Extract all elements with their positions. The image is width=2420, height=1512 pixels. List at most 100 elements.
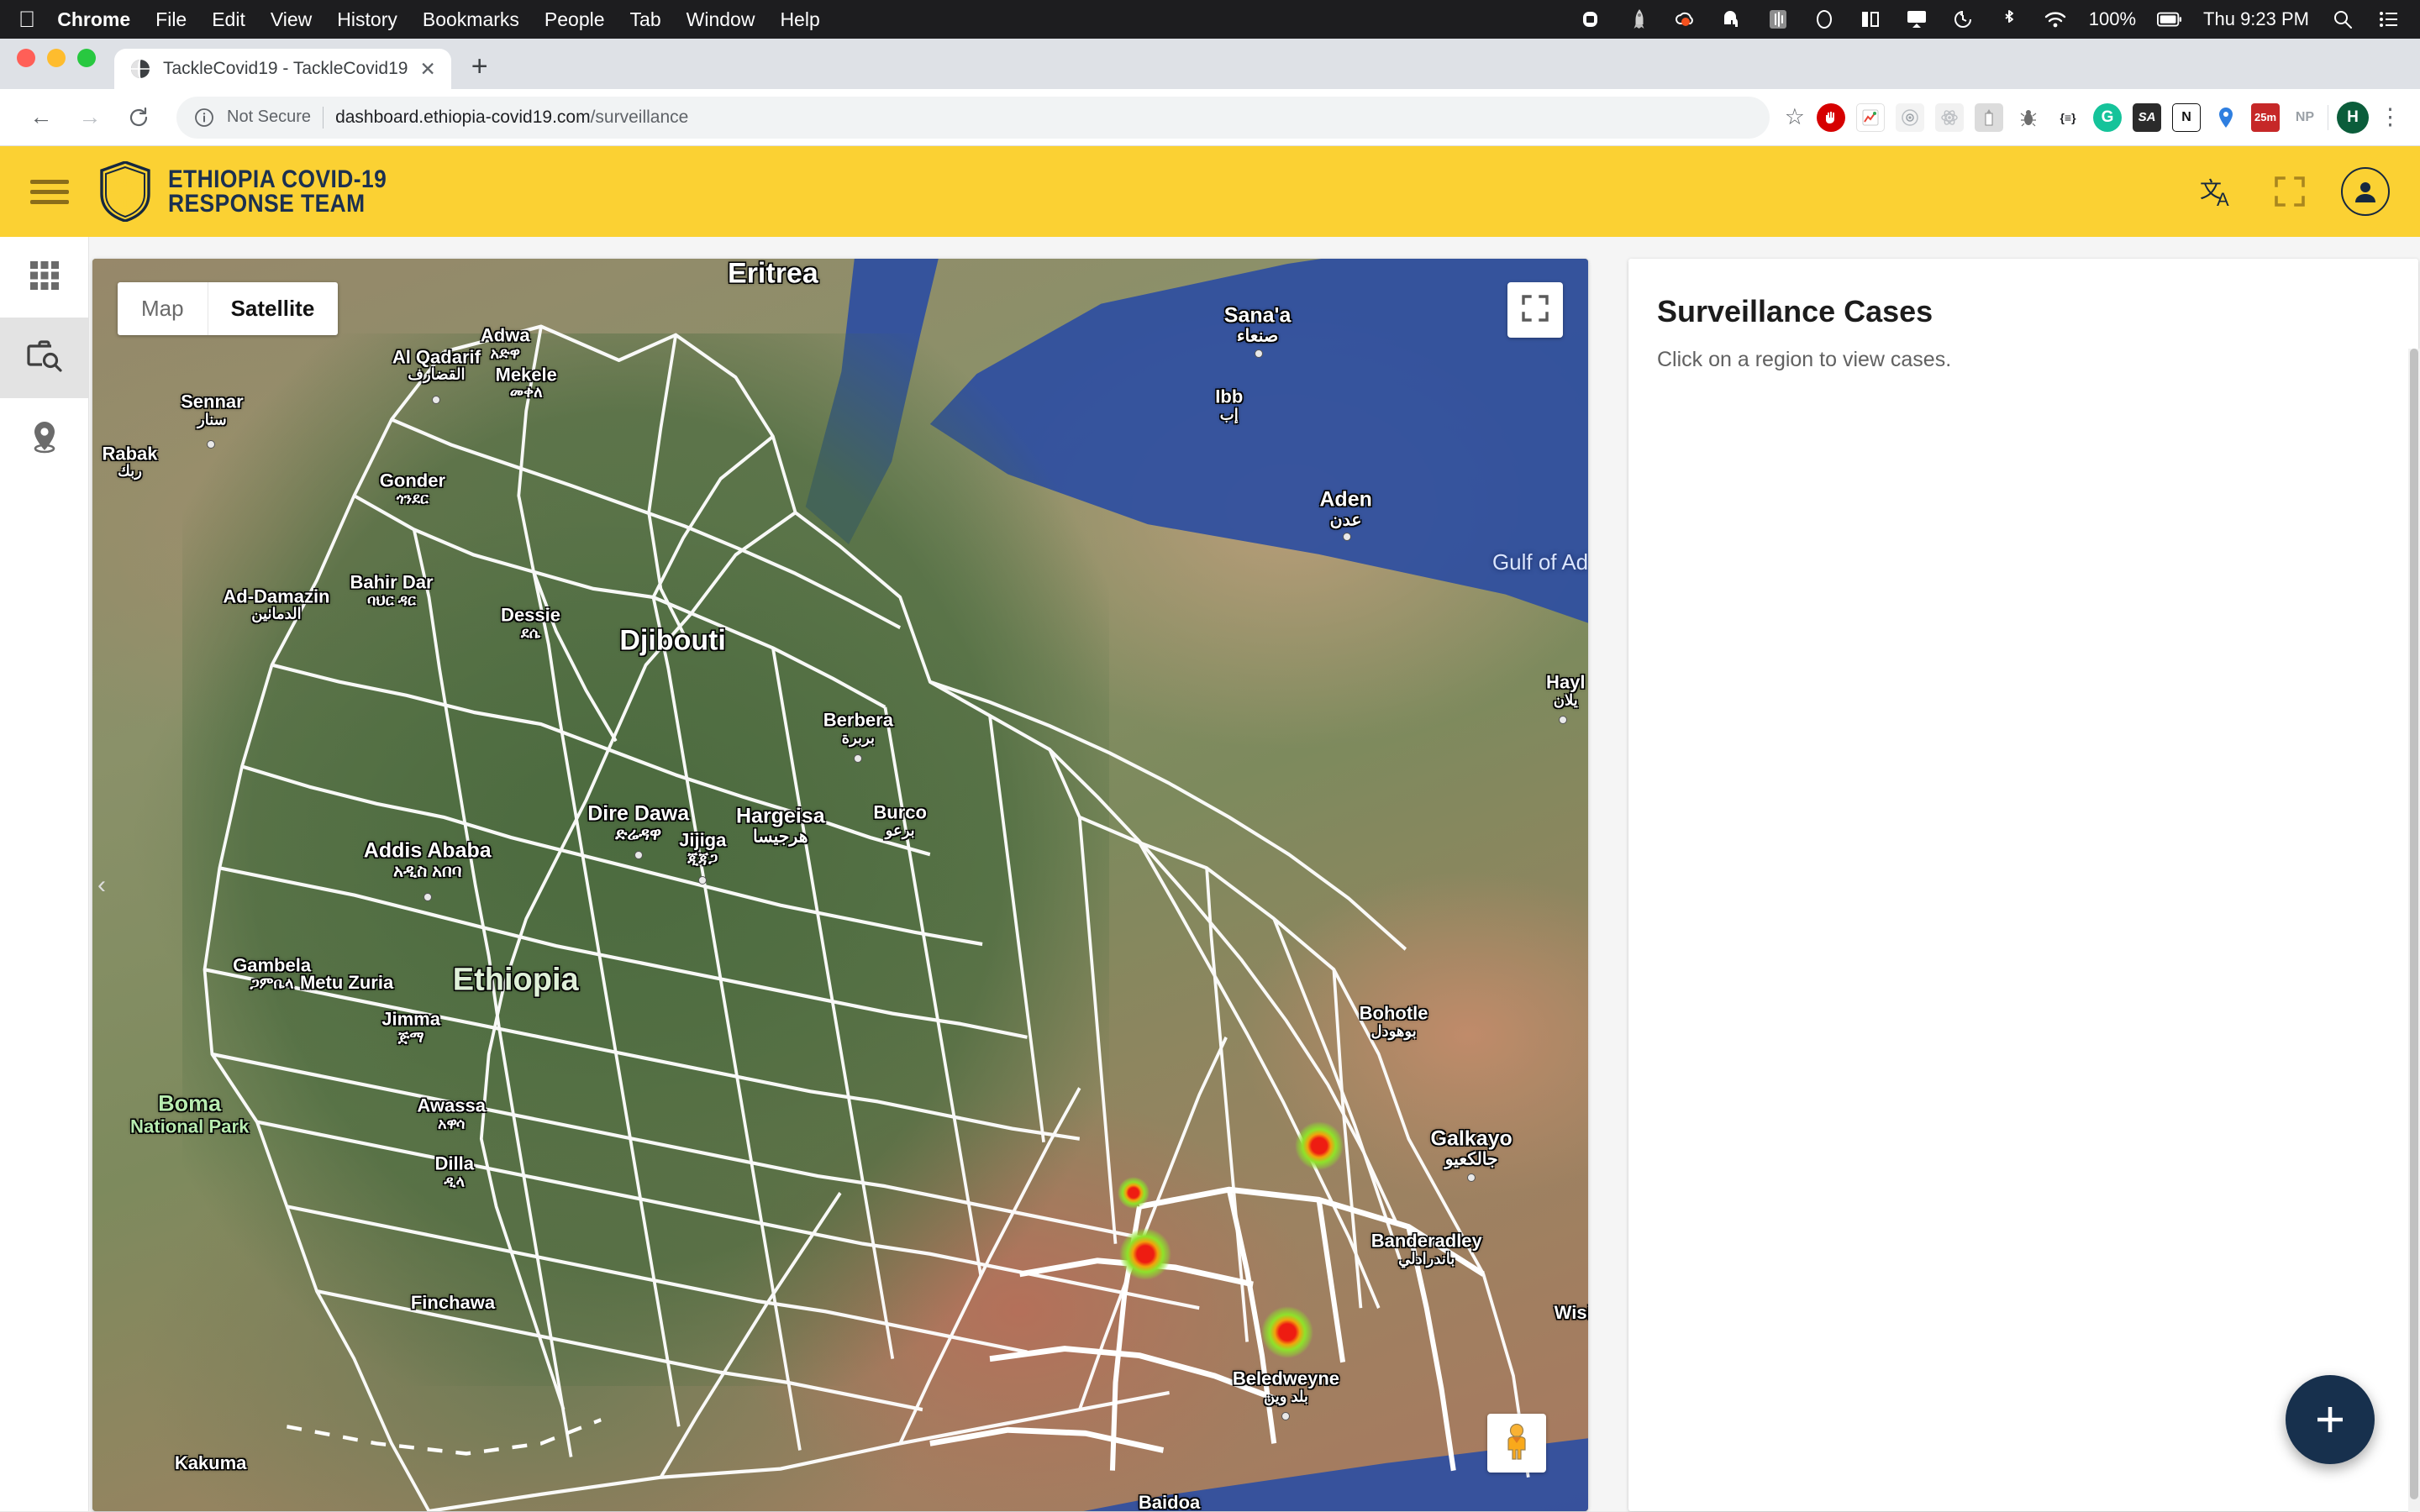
menu-edit[interactable]: Edit bbox=[212, 8, 245, 31]
region-boundaries-svg bbox=[92, 259, 1588, 1511]
split-view-icon[interactable] bbox=[1858, 7, 1883, 32]
info-circle-icon[interactable] bbox=[193, 107, 215, 129]
city-dot bbox=[1255, 349, 1263, 358]
timer-extension-icon[interactable]: 25m bbox=[2251, 103, 2280, 132]
city-dot bbox=[698, 876, 707, 885]
browser-tab-title: TackleCovid19 - TackleCovid19 bbox=[163, 59, 408, 79]
orbit-extension-icon[interactable] bbox=[1896, 103, 1924, 132]
np-extension-icon[interactable]: NP bbox=[2291, 103, 2319, 132]
appbar-actions: 文 A bbox=[2200, 167, 2390, 216]
map-fullscreen-button[interactable] bbox=[1507, 282, 1563, 338]
clock-label[interactable]: Thu 9:23 PM bbox=[2203, 8, 2309, 30]
url-host: dashboard.ethiopia-covid19.com bbox=[335, 108, 591, 127]
rocket-icon[interactable] bbox=[1627, 7, 1652, 32]
satellite-map-image[interactable]: EritreaSana'aصنعاءIbbإبAdenعدنGulf of Ad… bbox=[92, 259, 1588, 1511]
fullscreen-icon[interactable] bbox=[2274, 176, 2306, 207]
sidebar-item-locations[interactable] bbox=[0, 398, 88, 479]
react-devtools-extension-icon[interactable] bbox=[1935, 103, 1964, 132]
back-button[interactable]: ← bbox=[18, 95, 64, 140]
scrollbar-thumb[interactable] bbox=[2410, 349, 2418, 1499]
page-title: Surveillance Cases bbox=[1657, 294, 2390, 329]
browser-toolbar: ← → Not Secure dashboard.ethiopia-covid1… bbox=[0, 89, 2420, 146]
menubar-tray: 100% Thu 9:23 PM bbox=[1581, 7, 2402, 32]
map-type-toggle[interactable]: Map Satellite bbox=[118, 282, 338, 335]
map-type-map-button[interactable]: Map bbox=[118, 282, 208, 335]
bookmark-star-icon[interactable]: ☆ bbox=[1785, 104, 1805, 130]
city-dot bbox=[432, 396, 440, 404]
hamburger-menu-icon[interactable] bbox=[30, 180, 69, 204]
map-container[interactable]: EritreaSana'aصنعاءIbbإبAdenعدنGulf of Ad… bbox=[92, 259, 1588, 1511]
map-type-satellite-button[interactable]: Satellite bbox=[208, 282, 339, 335]
window-maximize-button[interactable] bbox=[77, 49, 96, 67]
bluetooth-icon[interactable] bbox=[1996, 7, 2022, 32]
kebab-menu-icon[interactable]: ⋮ bbox=[2379, 104, 2402, 130]
screen-mirror-icon[interactable] bbox=[1904, 7, 1929, 32]
svg-text:A: A bbox=[2217, 189, 2229, 209]
window-close-button[interactable] bbox=[17, 49, 35, 67]
url-text: dashboard.ethiopia-covid19.com/surveilla… bbox=[335, 108, 688, 128]
time-machine-icon[interactable] bbox=[1950, 7, 1975, 32]
macos-menubar:  Chrome File Edit View History Bookmark… bbox=[0, 0, 2420, 39]
address-bar[interactable]: Not Secure dashboard.ethiopia-covid19.co… bbox=[176, 97, 1770, 139]
brand-logo[interactable]: ETHIOPIA COVID-19 RESPONSE TEAM bbox=[99, 161, 417, 222]
omnibox-divider bbox=[323, 107, 324, 129]
forward-button[interactable]: → bbox=[67, 95, 113, 140]
panel-hint-text: Click on a region to view cases. bbox=[1657, 348, 2390, 372]
extensions-row: {≡} G SA N 25m NP bbox=[1817, 103, 2319, 132]
menu-tab[interactable]: Tab bbox=[630, 8, 661, 31]
grammarly-extension-icon[interactable]: G bbox=[2093, 103, 2122, 132]
candle-extension-icon[interactable] bbox=[1975, 103, 2003, 132]
street-view-pegman-button[interactable] bbox=[1487, 1414, 1546, 1473]
sidebar-item-dashboard[interactable] bbox=[0, 237, 88, 318]
menu-people[interactable]: People bbox=[544, 8, 605, 31]
spotlight-search-icon[interactable] bbox=[2330, 7, 2355, 32]
app-body: EritreaSana'aصنعاءIbbإبAdenعدنGulf of Ad… bbox=[0, 237, 2420, 1511]
city-dot bbox=[1281, 1412, 1290, 1420]
translate-icon[interactable]: 文 A bbox=[2200, 174, 2238, 209]
close-icon[interactable]: ✕ bbox=[419, 60, 435, 79]
plus-icon bbox=[2311, 1400, 2349, 1439]
window-minimize-button[interactable] bbox=[47, 49, 66, 67]
video-camera-icon[interactable] bbox=[1581, 7, 1606, 32]
battery-full-icon[interactable] bbox=[2157, 7, 2182, 32]
profile-avatar[interactable]: H bbox=[2337, 102, 2369, 134]
menu-history[interactable]: History bbox=[337, 8, 397, 31]
eye-icon[interactable] bbox=[1812, 7, 1837, 32]
city-dot bbox=[207, 440, 215, 449]
reload-button[interactable] bbox=[116, 95, 161, 140]
apple-logo-icon[interactable]:  bbox=[18, 8, 35, 31]
location-extension-icon[interactable] bbox=[2212, 103, 2240, 132]
city-dot bbox=[1343, 533, 1351, 541]
brand-line-1: ETHIOPIA COVID-19 bbox=[168, 165, 387, 193]
add-record-fab[interactable] bbox=[2286, 1375, 2375, 1464]
street-view-pegman-icon bbox=[1500, 1422, 1534, 1465]
control-center-icon[interactable] bbox=[2376, 7, 2402, 32]
page-scrollbar[interactable] bbox=[2408, 349, 2420, 1512]
menu-window[interactable]: Window bbox=[687, 8, 755, 31]
app-root: ETHIOPIA COVID-19 RESPONSE TEAM 文 A bbox=[0, 146, 2420, 1511]
region-boundaries-overlay bbox=[92, 259, 1588, 1511]
notion-extension-icon[interactable]: N bbox=[2172, 103, 2201, 132]
browser-tab[interactable]: TackleCovid19 - TackleCovid19 ✕ bbox=[114, 49, 451, 89]
grid-apps-icon bbox=[29, 260, 60, 296]
map-collapse-arrow-icon[interactable]: ‹ bbox=[92, 868, 111, 903]
brand-text: ETHIOPIA COVID-19 RESPONSE TEAM bbox=[168, 167, 387, 217]
adblock-extension-icon[interactable] bbox=[1817, 103, 1845, 132]
menu-chrome[interactable]: Chrome bbox=[57, 8, 130, 31]
google-sheets-extension-icon[interactable] bbox=[1856, 103, 1885, 132]
globe-icon bbox=[129, 58, 151, 80]
json-formatter-extension-icon[interactable]: {≡} bbox=[2054, 103, 2082, 132]
menu-file[interactable]: File bbox=[155, 8, 187, 31]
new-tab-button[interactable]: + bbox=[471, 52, 488, 81]
wifi-icon[interactable] bbox=[2043, 7, 2068, 32]
cloud-record-icon[interactable] bbox=[1673, 7, 1698, 32]
elephant-icon[interactable] bbox=[1719, 7, 1744, 32]
account-icon[interactable] bbox=[2341, 167, 2390, 216]
sidebar-item-surveillance[interactable] bbox=[0, 318, 88, 398]
bug-tracker-extension-icon[interactable] bbox=[2014, 103, 2043, 132]
airplay-audio-icon[interactable] bbox=[1765, 7, 1791, 32]
sciencedirect-extension-icon[interactable]: SA bbox=[2133, 103, 2161, 132]
menu-view[interactable]: View bbox=[271, 8, 312, 31]
menu-help[interactable]: Help bbox=[780, 8, 819, 31]
menu-bookmarks[interactable]: Bookmarks bbox=[423, 8, 519, 31]
